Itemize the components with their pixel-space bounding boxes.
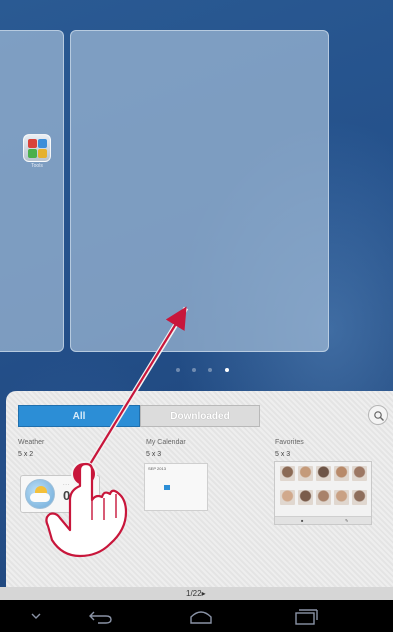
tab-downloaded[interactable]: Downloaded	[140, 405, 260, 427]
chevron-down-icon[interactable]	[26, 600, 46, 632]
calendar-day	[172, 479, 178, 484]
calendar-day	[180, 479, 186, 484]
navigation-bar	[0, 600, 393, 632]
calendar-day	[148, 491, 154, 496]
page-dot	[208, 368, 212, 372]
calendar-day	[164, 485, 170, 490]
calendar-day	[196, 479, 202, 484]
contact-photo	[280, 490, 295, 505]
calendar-day	[148, 485, 154, 490]
calendar-day	[196, 473, 202, 478]
calendar-day	[164, 491, 170, 496]
back-icon[interactable]	[86, 600, 116, 632]
contact-photo	[334, 466, 349, 481]
widget-size-calendar: 5 x 3	[146, 451, 162, 458]
tools-folder-icon[interactable]	[23, 134, 51, 162]
calendar-month: SEP 2013	[148, 466, 166, 471]
widget-drawer: All Downloaded Weather 5 x 2 - - - 09 My…	[6, 391, 393, 601]
calendar-day	[156, 491, 162, 496]
widget-size-favorites: 5 x 3	[275, 451, 291, 458]
weather-partly-cloudy-icon	[25, 479, 55, 509]
calendar-day	[156, 497, 162, 502]
search-icon	[374, 411, 384, 421]
calendar-day	[172, 491, 178, 496]
widget-name-calendar: My Calendar	[146, 439, 186, 446]
widget-size-weather: 5 x 2	[18, 451, 34, 458]
recent-apps-icon[interactable]	[290, 600, 320, 632]
contact-photo	[352, 490, 367, 505]
home-screen-panel-current[interactable]	[70, 30, 329, 352]
calendar-widget-preview[interactable]: SEP 2013	[144, 463, 208, 511]
calendar-day	[164, 473, 170, 478]
calendar-day	[172, 473, 178, 478]
contact-photo	[316, 466, 331, 481]
tools-label: Tools	[31, 163, 43, 169]
tab-all[interactable]: All	[18, 405, 140, 427]
calendar-day	[196, 491, 202, 496]
page-indicator-dots	[170, 368, 240, 376]
calendar-day	[180, 491, 186, 496]
calendar-day	[164, 479, 170, 484]
calendar-day	[188, 485, 194, 490]
contact-photo	[298, 466, 313, 481]
widget-name-weather: Weather	[18, 439, 45, 446]
calendar-day	[156, 473, 162, 478]
page-dot	[176, 368, 180, 372]
calendar-day	[148, 497, 154, 502]
favorites-widget-preview[interactable]: ■ ✎	[274, 461, 372, 525]
contact-photo	[298, 490, 313, 505]
weather-widget-preview[interactable]: - - - 09	[20, 475, 100, 513]
calendar-day	[180, 485, 186, 490]
calendar-day	[156, 485, 162, 490]
widget-name-favorites: Favorites	[275, 439, 304, 446]
weather-info-text: - - -	[63, 481, 70, 486]
page-dot-active	[225, 368, 229, 372]
calendar-day	[156, 479, 162, 484]
search-button[interactable]	[368, 405, 388, 425]
calendar-day	[196, 485, 202, 490]
edit-icon: ✎	[345, 518, 349, 523]
page-dot	[192, 368, 196, 372]
contact-photo	[352, 466, 367, 481]
favorites-toolbar: ■ ✎	[275, 516, 371, 524]
page-indicator-text: 1/22	[186, 589, 202, 598]
contacts-icon: ■	[301, 518, 304, 523]
contact-photo	[316, 490, 331, 505]
home-icon[interactable]	[186, 600, 216, 632]
weather-temperature: 09	[63, 488, 78, 503]
drawer-page-indicator[interactable]: 1/22▸	[186, 589, 206, 598]
contact-photo	[334, 490, 349, 505]
calendar-day	[148, 479, 154, 484]
calendar-day	[172, 485, 178, 490]
calendar-day	[188, 473, 194, 478]
calendar-day	[188, 491, 194, 496]
calendar-day	[180, 473, 186, 478]
home-screen-panel-left[interactable]: Tools	[0, 30, 64, 352]
next-page-arrow-icon[interactable]: ▸	[202, 589, 206, 598]
calendar-day	[148, 473, 154, 478]
calendar-day	[188, 479, 194, 484]
contact-photo	[280, 466, 295, 481]
